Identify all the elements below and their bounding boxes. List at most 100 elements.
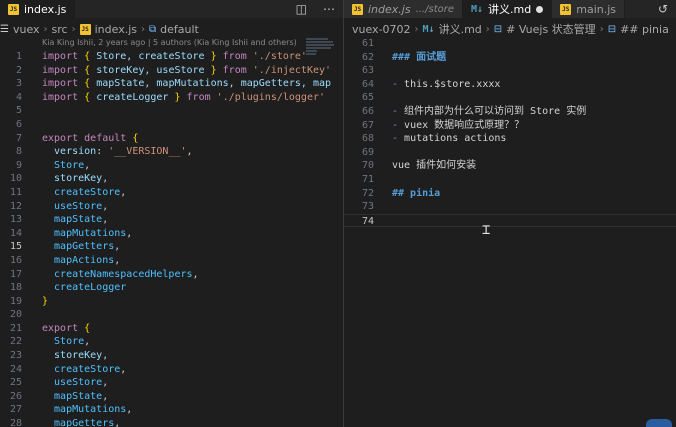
code-line[interactable]: 2 import { storeKey, useStore } from './i…	[0, 64, 343, 78]
code-line[interactable]: 18 createLogger	[0, 281, 343, 295]
code-token: storeKey	[42, 173, 103, 185]
markdown-line[interactable]: 74	[344, 213, 676, 228]
tab-label: index.js	[368, 2, 411, 16]
code-line[interactable]: 9 Store,	[0, 159, 343, 173]
code-line[interactable]: 5	[0, 104, 343, 118]
code-line[interactable]: 11 createStore,	[0, 186, 343, 200]
line-number: 21	[9, 322, 22, 334]
markdown-line[interactable]: 64- this.$store.xxxx	[344, 78, 676, 92]
code-token: :	[96, 146, 109, 158]
code-token: ,	[120, 363, 127, 375]
notification-badge[interactable]	[646, 419, 672, 427]
code-line[interactable]: 22 Store,	[0, 335, 343, 349]
line-number: 1	[15, 51, 22, 62]
markdown-line[interactable]: 67- vuex 数据响应式原理？？	[344, 119, 676, 133]
code-token: Store	[42, 159, 85, 171]
breadcrumb-item[interactable]: vuex	[13, 23, 40, 36]
code-token: ,	[102, 200, 109, 212]
code-line[interactable]: 21 export {	[0, 322, 343, 336]
line-number: 17	[9, 268, 22, 280]
code-token: ,	[126, 227, 133, 239]
code-token: ,	[186, 146, 193, 158]
markdown-line[interactable]: 66- 组件内部为什么可以访问到 Store 实例	[344, 105, 676, 119]
markdown-line[interactable]: 69	[344, 146, 676, 160]
code-line[interactable]: 23 storeKey,	[0, 349, 343, 363]
markdown-editor[interactable]: 61 62 ### 面试题 63 64- this.$store.xxxx 65 66- 组…	[344, 37, 676, 228]
code-token: ,	[102, 390, 109, 402]
code-token: createNamespacedHelpers	[42, 268, 193, 280]
code-editor[interactable]: 1 import { Store, createStore } from './s…	[0, 50, 343, 427]
unsaved-dot-icon[interactable]	[536, 5, 544, 13]
line-number: 7	[15, 132, 22, 144]
code-line[interactable]: 14 mapMutations,	[0, 227, 343, 241]
code-line[interactable]: 26 mapState,	[0, 390, 343, 404]
markdown-line[interactable]: 72 ## pinia	[344, 187, 676, 201]
code-token: import	[42, 51, 79, 62]
breadcrumb-item[interactable]: default	[160, 23, 199, 36]
code-token: ,	[102, 350, 109, 362]
markdown-line[interactable]: 63	[344, 64, 676, 78]
breadcrumb-item[interactable]: index.js	[95, 23, 137, 36]
code-line[interactable]: 1 import { Store, createStore } from './s…	[0, 50, 343, 64]
tab-jiangyi-md[interactable]: M↓ 讲义.md	[463, 0, 553, 18]
tab-main-js[interactable]: JS main.js	[552, 0, 626, 18]
code-line[interactable]: 16 mapActions,	[0, 254, 343, 268]
breadcrumb-item[interactable]: vuex-0702	[352, 23, 411, 36]
code-token: import	[42, 91, 79, 103]
breadcrumb-item[interactable]: ## pinia	[620, 23, 669, 36]
code-line[interactable]: 6	[0, 118, 343, 132]
code-line[interactable]: 25 useStore,	[0, 376, 343, 390]
code-token: createStore	[42, 186, 121, 198]
line-number: 12	[9, 200, 22, 212]
code-line[interactable]: 27 mapMutations,	[0, 403, 343, 417]
history-icon[interactable]: ↺	[649, 0, 676, 18]
line-number: 66	[361, 105, 374, 117]
code-token: storeKey, useStore	[90, 64, 211, 76]
markdown-token: 组件内部为什么可以访问到 Store 实例	[398, 105, 587, 117]
code-line[interactable]: 10 storeKey,	[0, 172, 343, 186]
code-line[interactable]: 12 useStore,	[0, 200, 343, 214]
markdown-line[interactable]: 65	[344, 91, 676, 105]
split-editor-icon[interactable]: ◫	[287, 0, 315, 18]
code-line[interactable]: 3 import { mapState, mapMutations, mapGet…	[0, 77, 343, 91]
code-line[interactable]: 13 mapState,	[0, 213, 343, 227]
tab-index-js-store[interactable]: JS index.js .../store	[344, 0, 463, 18]
code-line[interactable]: 28 mapGetters,	[0, 417, 343, 427]
left-tab-bar: JS index.js ◫ ⋯	[0, 0, 343, 18]
code-token: export	[42, 322, 79, 334]
line-number: 3	[15, 78, 22, 90]
breadcrumb-item[interactable]: src	[52, 23, 68, 36]
code-line[interactable]: 17 createNamespacedHelpers,	[0, 268, 343, 282]
markdown-line[interactable]: 73	[344, 200, 676, 214]
breadcrumb-item[interactable]: # Vuejs 状态管理	[506, 21, 596, 37]
code-line[interactable]: 4 import { createLogger } from './plugins…	[0, 91, 343, 105]
code-token: './plugins/logger'	[216, 91, 326, 103]
markdown-line[interactable]: 68- mutations actions	[344, 132, 676, 146]
code-token: {	[132, 132, 139, 144]
breadcrumb-item[interactable]: 讲义.md	[439, 21, 482, 37]
markdown-line[interactable]: 71	[344, 173, 676, 187]
code-line[interactable]: 7 export default {	[0, 132, 343, 146]
line-number: 22	[9, 336, 22, 348]
code-line[interactable]: 8 version: '__VERSION__',	[0, 145, 343, 159]
markdown-line[interactable]: 62 ### 面试题	[344, 51, 676, 65]
tab-index-js[interactable]: JS index.js	[0, 0, 76, 18]
git-blame-annotation[interactable]: Kia King Ishii, 2 years ago | 5 authors …	[42, 38, 297, 47]
chevron-right-icon: ›	[414, 23, 419, 35]
chevron-right-icon: ›	[599, 23, 604, 35]
markdown-line[interactable]: 61	[344, 37, 676, 51]
line-number: 65	[361, 92, 374, 104]
markdown-token: vue 插件如何安装	[392, 160, 477, 172]
code-line[interactable]: 24 createStore,	[0, 363, 343, 377]
markdown-line[interactable]: 70 vue 插件如何安装	[344, 159, 676, 173]
code-token: ,	[126, 404, 133, 416]
line-number: 23	[9, 350, 22, 362]
line-number: 9	[15, 159, 22, 171]
markdown-file-icon: M↓	[422, 23, 435, 35]
symbol-string-icon: ⊟	[607, 23, 617, 35]
code-line[interactable]: 20	[0, 308, 343, 322]
more-actions-icon[interactable]: ⋯	[315, 0, 343, 18]
code-line[interactable]: 15 mapGetters,	[0, 240, 343, 254]
symbol-string-icon: ⊟	[493, 23, 503, 35]
code-line[interactable]: 19}	[0, 295, 343, 309]
